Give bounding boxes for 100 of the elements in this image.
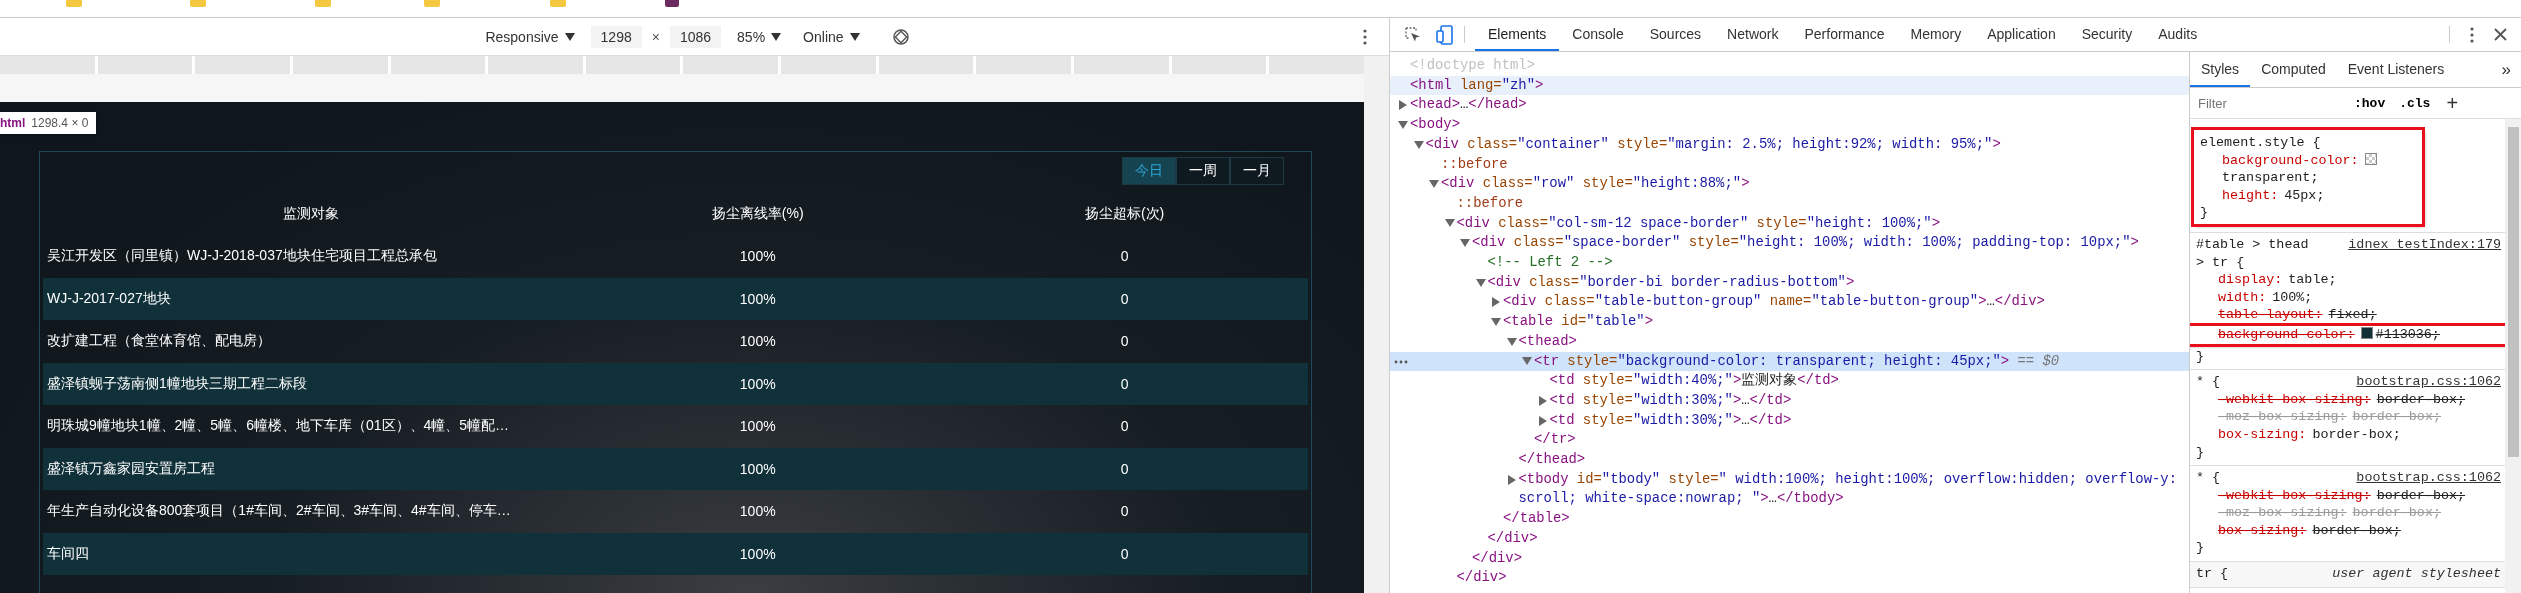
css-declaration[interactable]: width: 100%; [2196, 288, 2505, 307]
closing-brace: } [2196, 347, 2205, 366]
device-mode-dropdown[interactable]: Responsive [479, 28, 581, 45]
dom-node-line[interactable]: </div> [1390, 528, 2189, 549]
toggle-icon[interactable] [1398, 120, 1408, 129]
scrollbar[interactable] [2505, 119, 2521, 593]
toggle-icon[interactable] [1413, 140, 1424, 149]
dom-node-line[interactable]: <tbody id="tbody" style=" width:100%; height:100%; overflow:hidden; overflow-y: scroll; white-space:nowrap; ">…</tbody> [1390, 469, 2189, 510]
toggle-icon[interactable] [1475, 278, 1486, 287]
column-header: 监测对象 [281, 205, 339, 223]
close-icon[interactable] [2494, 28, 2507, 41]
more-icon[interactable] [1363, 28, 1367, 45]
css-selector: > tr { [2196, 253, 2245, 272]
height-field[interactable]: 1086 [669, 25, 722, 48]
css-declaration[interactable]: background-color: #113036; [2190, 325, 2505, 344]
css-declaration[interactable]: display: table; [2196, 271, 2505, 289]
period-tab[interactable]: 今日 [1122, 157, 1176, 185]
toggle-icon[interactable] [1399, 100, 1407, 111]
rotate-icon[interactable] [891, 27, 910, 46]
styles-tab[interactable]: Event Listeners [2336, 52, 2456, 87]
devtools-tab[interactable]: Audits [2145, 18, 2211, 51]
table-cell-text: 明珠城9幢地块1幢、2幢、5幢、6幢楼、地下车库（01区）、4幢、5幢配… [46, 417, 511, 436]
toggle-icon[interactable] [1522, 357, 1532, 366]
color-swatch[interactable] [2364, 152, 2377, 165]
toggle-icon[interactable] [1460, 239, 1470, 248]
source-link[interactable]: idnex_testIndex:179 [2348, 235, 2501, 254]
dom-node-line[interactable]: <body> [1390, 115, 2189, 135]
devtools-tab[interactable]: Console [1559, 18, 1637, 51]
filter-field[interactable]: Filter [2190, 94, 2340, 112]
source-link[interactable]: bootstrap.css:1062 [2356, 469, 2501, 487]
dom-node-line[interactable]: </thead> [1390, 450, 2189, 470]
hov-button[interactable]: :hov [2354, 95, 2386, 111]
cls-button[interactable]: .cls [2399, 95, 2431, 111]
dom-node-line[interactable]: <div class="row" style="height:88%;"> [1390, 174, 2189, 194]
toggle-icon[interactable] [1444, 219, 1455, 228]
dom-node-line[interactable]: <div class="border-bi border-radius-bottom"> [1390, 272, 2189, 293]
scrollbar[interactable] [1364, 56, 1389, 593]
dom-node-line[interactable]: <div class="table-button-group" name="table-button-group">…</div> [1390, 292, 2189, 313]
dom-node-line[interactable]: <td style="width:40%;">监测对象</td> [1390, 371, 2189, 391]
dom-node-line[interactable]: </tr> [1390, 430, 2189, 451]
toggle-icon[interactable] [1538, 395, 1547, 406]
ellipsis-icon[interactable] [1394, 359, 1408, 364]
dom-node-line[interactable]: <td style="width:30%;">…</td> [1390, 390, 2189, 411]
devtools-tab[interactable]: Sources [1636, 18, 1715, 51]
width-field[interactable]: 1298 [590, 25, 642, 48]
css-declaration[interactable]: table-layout: fixed; [2196, 306, 2505, 324]
toggle-icon[interactable] [1492, 297, 1500, 308]
period-tab[interactable]: 一周 [1176, 157, 1230, 185]
table-cell: 100% [739, 545, 776, 562]
color-swatch[interactable] [2360, 326, 2373, 339]
dom-node-line[interactable]: <div class="container" style="margin: 2.5%; height:92%; width: 95%;"> [1390, 134, 2189, 155]
dom-node-line[interactable]: <head>…</head> [1390, 95, 2189, 116]
dom-node-line[interactable]: ::before [1390, 193, 2189, 214]
css-declaration[interactable]: box-sizing: border-box; [2196, 425, 2505, 444]
css-declaration[interactable]: -webkit-box-sizing: border-box; [2196, 390, 2505, 409]
scrollbar-thumb[interactable] [2507, 127, 2519, 457]
dom-node-line[interactable]: </table> [1390, 509, 2189, 529]
dom-node-line[interactable]: <!-- Left 2 --> [1390, 253, 2189, 273]
table-cell: 100% [739, 333, 776, 350]
styles-tab[interactable]: Computed [2250, 52, 2337, 87]
devtools-tab[interactable]: Elements [1475, 18, 1560, 51]
dom-node-line[interactable]: </div> [1390, 568, 2189, 588]
dom-node-line[interactable]: <table id="table"> [1390, 312, 2189, 332]
css-declaration[interactable]: background-color: transparent; [2200, 151, 2418, 187]
table-cell: 0 [1120, 290, 1129, 307]
css-declaration[interactable]: box-sizing: border-box; [2196, 521, 2505, 540]
dom-node-line[interactable]: <div class="col-sm-12 space-border" style="height: 100%;"> [1390, 213, 2189, 234]
network-dropdown[interactable]: Online [797, 28, 866, 45]
css-selector: tr { [2196, 565, 2229, 583]
source-link[interactable]: bootstrap.css:1062 [2356, 373, 2501, 391]
toggle-icon[interactable] [1507, 474, 1516, 485]
add-rule-button[interactable]: + [2446, 91, 2459, 115]
devtools-tab[interactable]: Application [1974, 18, 2069, 51]
devtools-tab[interactable]: Network [1714, 18, 1792, 51]
dom-node-line[interactable]: </div> [1390, 548, 2189, 569]
table-cell: 0 [1120, 503, 1129, 520]
closing-brace: } [2200, 204, 2209, 222]
toggle-icon[interactable] [1429, 180, 1439, 189]
dom-node-line[interactable]: <div class="space-border" style="height: 100%; width: 100%; padding-top: 10px;"> [1390, 233, 2189, 254]
dom-node-line[interactable]: <td style="width:30%;">…</td> [1390, 410, 2189, 431]
dom-node-line[interactable]: ::before [1390, 154, 2189, 175]
devtools-tab[interactable]: Security [2068, 18, 2146, 51]
device-icon[interactable] [1436, 24, 1454, 45]
devtools-tab[interactable]: Performance [1791, 18, 1898, 51]
css-declaration[interactable]: -webkit-box-sizing: border-box; [2196, 486, 2505, 505]
toggle-icon[interactable] [1538, 415, 1547, 426]
source-link[interactable]: user agent stylesheet [2332, 565, 2501, 583]
closing-brace: } [2196, 443, 2205, 462]
toggle-icon[interactable] [1491, 318, 1501, 326]
css-declaration[interactable]: height: 45px; [2200, 186, 2418, 205]
period-tab[interactable]: 一月 [1230, 157, 1284, 185]
zoom-dropdown[interactable]: 85% [731, 28, 788, 45]
devtools-tab[interactable]: Memory [1897, 18, 1975, 51]
more-tabs-button[interactable]: » [2501, 52, 2521, 87]
closing-brace: } [2196, 539, 2205, 558]
table-cell-text: 车间四 [46, 544, 90, 563]
more-icon[interactable] [2470, 26, 2474, 43]
column-header: 扬尘超标(次) [1084, 205, 1165, 223]
styles-tab[interactable]: Styles [2190, 52, 2251, 87]
table-cell: 0 [1120, 418, 1129, 435]
